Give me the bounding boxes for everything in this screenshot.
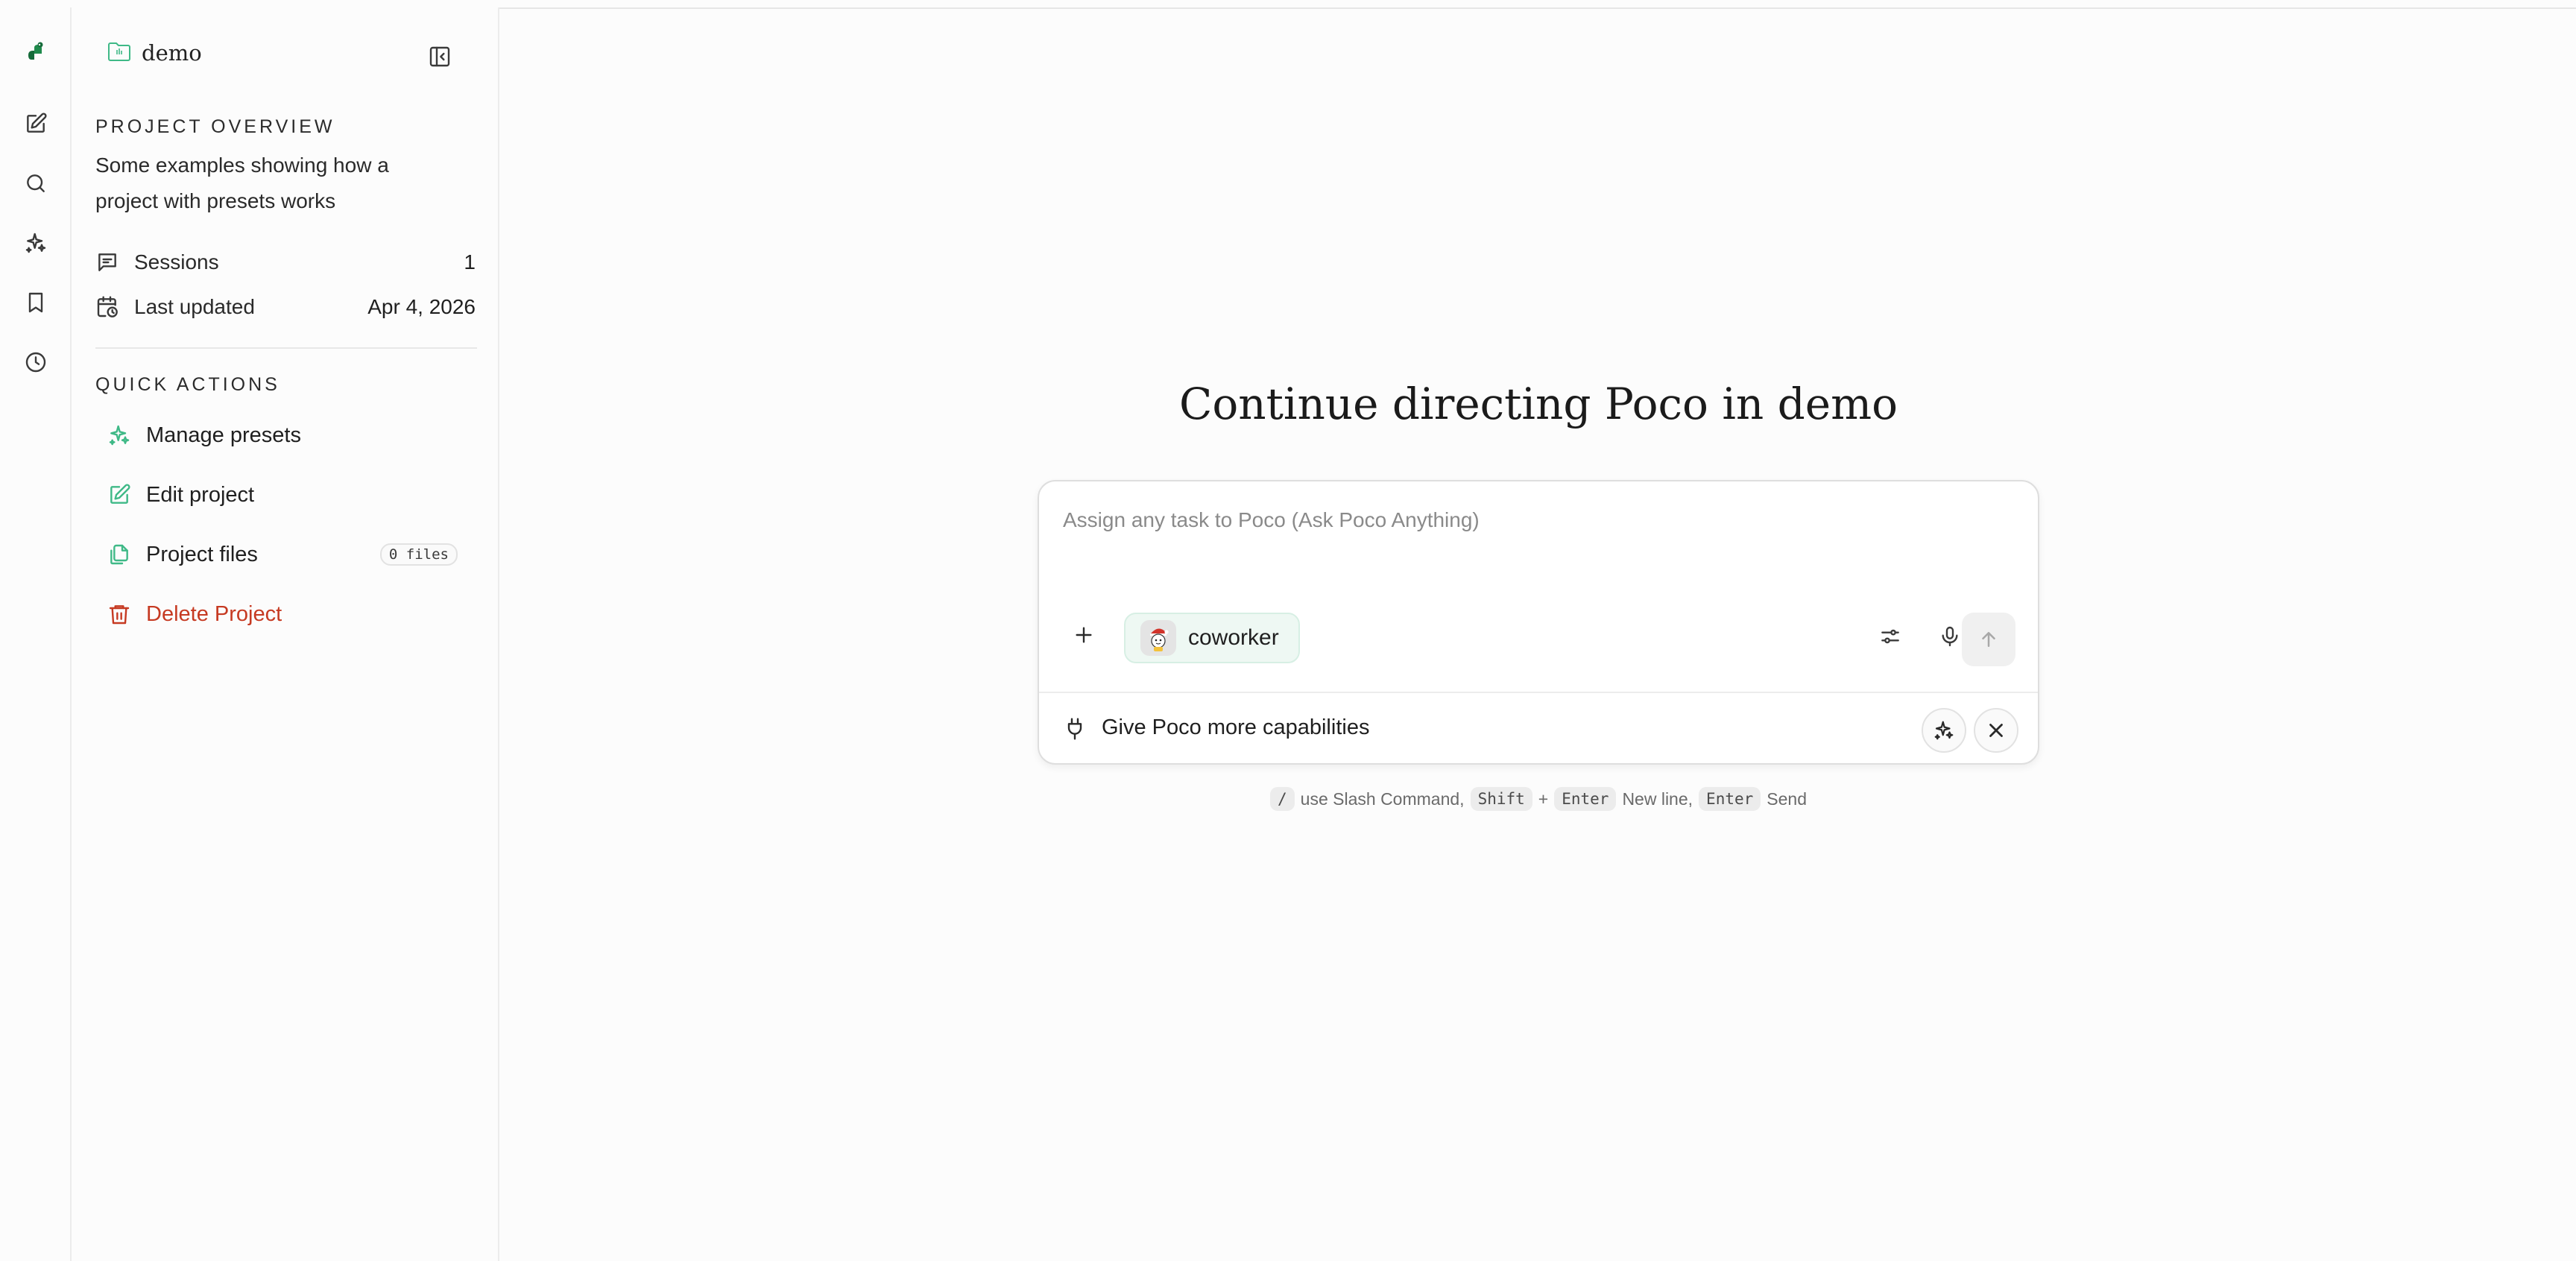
send-button[interactable]	[1962, 613, 2015, 666]
capabilities-presets-button[interactable]	[1922, 708, 1966, 753]
edit-project-label: Edit project	[146, 482, 255, 507]
plus-icon	[1076, 627, 1092, 643]
panel-left-close-icon	[429, 46, 450, 67]
newline-hint-text: New line,	[1622, 788, 1693, 809]
arrow-up-icon	[1982, 632, 1995, 647]
project-files-label: Project files	[146, 542, 258, 566]
attach-button[interactable]	[1061, 613, 1106, 657]
close-icon	[1989, 724, 2003, 737]
sparkles-icon	[1934, 721, 1954, 740]
plus-sign: +	[1538, 788, 1549, 809]
sparkles-icon	[109, 425, 130, 446]
project-header[interactable]: demo	[107, 40, 202, 66]
presets-icon[interactable]	[21, 228, 51, 258]
quick-actions-title: QUICK ACTIONS	[95, 374, 280, 395]
coworker-avatar	[1140, 620, 1176, 656]
last-updated-label: Last updated	[134, 295, 255, 318]
sessions-label: Sessions	[134, 250, 219, 274]
dismiss-capabilities-button[interactable]	[1974, 708, 2018, 753]
shift-key: Shift	[1470, 787, 1532, 811]
new-chat-icon[interactable]	[21, 109, 51, 139]
files-count-badge: 0 files	[379, 543, 458, 566]
collapse-sidebar-button[interactable]	[425, 42, 455, 72]
project-overview-title: PROJECT OVERVIEW	[95, 116, 335, 137]
coworker-avatar-icon	[1150, 628, 1169, 651]
edit-icon	[110, 484, 130, 504]
app-logo-icon[interactable]	[21, 37, 51, 67]
agent-name: coworker	[1188, 625, 1279, 650]
settings-button[interactable]	[1866, 613, 1914, 660]
slash-key: /	[1270, 787, 1295, 811]
delete-project-button[interactable]: Delete Project	[107, 593, 477, 635]
agent-selector[interactable]: coworker	[1124, 613, 1300, 663]
history-icon[interactable]	[21, 347, 51, 377]
icon-rail	[0, 7, 72, 1261]
folder-icon	[107, 41, 131, 66]
sessions-stat: Sessions 1	[95, 246, 476, 279]
composer: Assign any task to Poco (Ask Poco Anythi…	[1038, 480, 2039, 765]
keyboard-hint: / use Slash Command, Shift + Enter New l…	[501, 787, 2576, 811]
manage-presets-button[interactable]: Manage presets	[107, 414, 477, 456]
send-hint-text: Send	[1767, 788, 1807, 809]
delete-project-label: Delete Project	[146, 601, 282, 626]
capabilities-bar[interactable]: Give Poco more capabilities	[1039, 692, 2038, 765]
capabilities-text: Give Poco more capabilities	[1102, 715, 1370, 739]
slash-hint-text: use Slash Command,	[1300, 788, 1465, 809]
last-updated-value: Apr 4, 2026	[367, 295, 476, 318]
microphone-icon	[1942, 626, 1958, 647]
message-square-icon	[98, 253, 116, 271]
project-panel: demo PROJECT OVERVIEW Some examples show…	[72, 7, 499, 1261]
bookmark-icon[interactable]	[21, 288, 51, 317]
project-name: demo	[142, 40, 202, 66]
trash-icon	[109, 605, 130, 625]
files-icon	[110, 544, 128, 565]
sliders-icon	[1881, 629, 1899, 644]
edit-project-button[interactable]: Edit project	[107, 474, 477, 516]
page-headline: Continue directing Poco in demo	[1178, 379, 1898, 429]
calendar-clock-icon	[97, 296, 118, 317]
plug-icon	[1067, 718, 1082, 740]
panel-divider	[95, 347, 477, 349]
enter-key: Enter	[1554, 787, 1617, 811]
project-files-button[interactable]: Project files 0 files	[107, 534, 477, 575]
manage-presets-label: Manage presets	[146, 423, 301, 447]
last-updated-stat: Last updated Apr 4, 2026	[95, 291, 476, 323]
task-input[interactable]: Assign any task to Poco (Ask Poco Anythi…	[1063, 508, 1480, 532]
sessions-value: 1	[464, 250, 476, 274]
search-icon[interactable]	[21, 168, 51, 198]
enter-key-send: Enter	[1699, 787, 1761, 811]
project-description: Some examples showing how a project with…	[95, 154, 389, 212]
